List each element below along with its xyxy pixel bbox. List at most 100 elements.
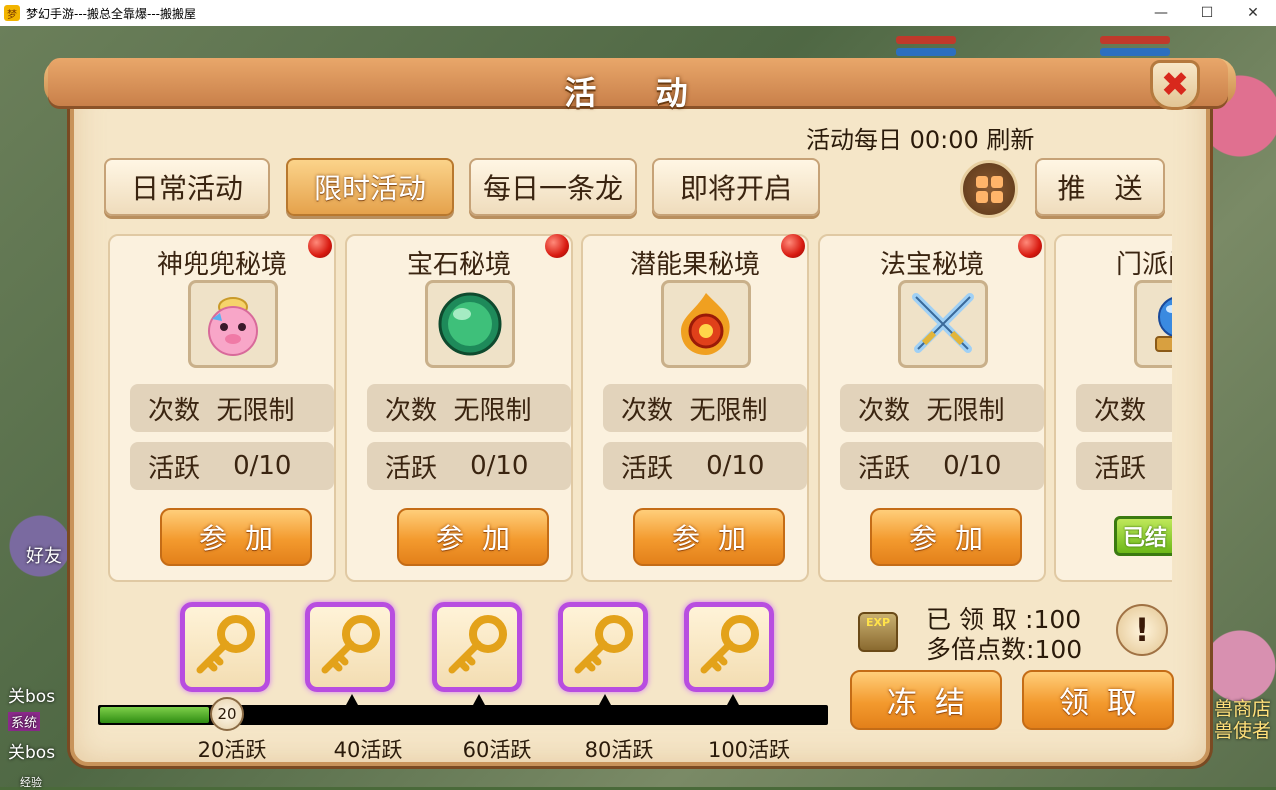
freeze-button[interactable]: 冻结 bbox=[850, 670, 1002, 730]
count-row: 次数 无限制 bbox=[603, 384, 807, 432]
activity-points-value: 0/10 bbox=[706, 451, 765, 481]
gold-key-icon bbox=[321, 615, 380, 674]
multiplier-label: 多倍点数 bbox=[926, 635, 1027, 664]
count-value: 无限制 bbox=[453, 395, 532, 426]
milestone-label: 20活跃 bbox=[197, 738, 267, 762]
notification-dot bbox=[1018, 234, 1042, 258]
info-icon[interactable]: ! bbox=[1116, 604, 1168, 656]
tab-daily[interactable]: 日常活动 bbox=[104, 158, 270, 216]
exp-label: 经验 bbox=[20, 776, 42, 789]
milestone-tick bbox=[346, 694, 358, 705]
activity-points-label: 活跃 bbox=[148, 453, 201, 484]
window-titlebar: 梦 梦幻手游---搬总全靠爆---搬搬屋 — ☐ ✕ bbox=[0, 0, 1276, 26]
system-tag: 系统 bbox=[8, 712, 41, 731]
join-button[interactable]: 参加 bbox=[870, 508, 1022, 566]
app-icon: 梦 bbox=[4, 5, 20, 21]
join-button[interactable]: 参加 bbox=[397, 508, 549, 566]
minimize-button[interactable]: — bbox=[1138, 0, 1184, 26]
activity-title: 门派闯关 bbox=[1115, 250, 1172, 280]
notification-dot bbox=[781, 234, 805, 258]
progress-value-knob: 20 bbox=[210, 697, 244, 731]
activity-card: 神兜兜秘境 次数 无限制 活跃 0/10 参加 bbox=[108, 234, 336, 582]
claim-button[interactable]: 领取 bbox=[1022, 670, 1174, 730]
milestone-label: 40活跃 bbox=[333, 738, 403, 762]
notification-dot bbox=[308, 234, 332, 258]
activity-title: 法宝秘境 bbox=[879, 250, 984, 280]
activity-points-label: 活跃 bbox=[621, 453, 674, 484]
count-label: 次数 bbox=[1094, 395, 1147, 426]
count-value: 无限制 bbox=[216, 395, 295, 426]
milestone-label: 60活跃 bbox=[462, 738, 532, 762]
milestone-tick bbox=[599, 694, 611, 705]
gold-key-icon bbox=[196, 615, 255, 674]
count-label: 次数 bbox=[621, 395, 674, 426]
chat-line-2: 关bos bbox=[8, 743, 56, 763]
activity-card: 门派闯关 次数 活跃 已结 bbox=[1054, 234, 1172, 582]
milestone-label: 100活跃 bbox=[707, 738, 791, 762]
count-label: 次数 bbox=[385, 395, 438, 426]
gold-key-icon bbox=[700, 615, 759, 674]
activity-points-row: 活跃 0/10 bbox=[367, 442, 571, 490]
crossed-swords-icon bbox=[898, 280, 988, 368]
activity-card-list[interactable]: 神兜兜秘境 次数 无限制 活跃 0/10 参加 宝石秘境 次数 无限制 活跃 0… bbox=[98, 234, 1172, 584]
reward-chest-40[interactable] bbox=[305, 602, 395, 692]
fire-orb-icon bbox=[661, 280, 751, 368]
activity-card: 宝石秘境 次数 无限制 活跃 0/10 参加 bbox=[345, 234, 573, 582]
reward-chest-80[interactable] bbox=[558, 602, 648, 692]
reward-chest-60[interactable] bbox=[432, 602, 522, 692]
hp-bar bbox=[896, 36, 956, 44]
tab-upcoming[interactable]: 即将开启 bbox=[652, 158, 820, 216]
green-orb-icon bbox=[425, 280, 515, 368]
friends-label[interactable]: 好友 bbox=[26, 542, 62, 568]
count-row: 次数 无限制 bbox=[840, 384, 1044, 432]
activity-points-value: 0/10 bbox=[943, 451, 1002, 481]
activity-progress-fill bbox=[100, 707, 209, 723]
milestone-label: 80活跃 bbox=[584, 738, 654, 762]
reward-chest-100[interactable] bbox=[684, 602, 774, 692]
activity-points-row: 活跃 0/10 bbox=[130, 442, 334, 490]
activity-points-row: 活跃 bbox=[1076, 442, 1172, 490]
join-button[interactable]: 参加 bbox=[160, 508, 312, 566]
activity-points-value: 0/10 bbox=[470, 451, 529, 481]
tab-limited[interactable]: 限时活动 bbox=[286, 158, 454, 216]
count-value: 无限制 bbox=[689, 395, 768, 426]
join-button[interactable]: 参加 bbox=[633, 508, 785, 566]
count-row: 次数 无限制 bbox=[367, 384, 571, 432]
crystal-ball-icon bbox=[1134, 280, 1172, 368]
push-button[interactable]: 推 送 bbox=[1035, 158, 1165, 216]
activity-card: 潜能果秘境 次数 无限制 活跃 0/10 参加 bbox=[581, 234, 809, 582]
tab-daily-dragon[interactable]: 每日一条龙 bbox=[469, 158, 637, 216]
pink-pig-icon bbox=[188, 280, 278, 368]
pet-envoy-label[interactable]: 兽使者 bbox=[1214, 716, 1271, 743]
grid-menu-button[interactable] bbox=[960, 160, 1018, 218]
milestone-tick bbox=[727, 694, 739, 705]
pet-mp-bar bbox=[1100, 48, 1170, 56]
activity-points-label: 活跃 bbox=[858, 453, 911, 484]
count-value: 无限制 bbox=[926, 395, 1005, 426]
completed-badge: 已结 bbox=[1114, 516, 1172, 556]
reward-chest-20[interactable] bbox=[180, 602, 270, 692]
close-button[interactable]: ✖ bbox=[1150, 60, 1200, 110]
activity-points-label: 活跃 bbox=[385, 453, 438, 484]
maximize-button[interactable]: ☐ bbox=[1184, 0, 1230, 26]
activity-points-row: 活跃 0/10 bbox=[603, 442, 807, 490]
multiplier-stat: 多倍点数:100 bbox=[926, 630, 1082, 666]
count-row: 次数 无限制 bbox=[130, 384, 334, 432]
panel-title: 活 动 bbox=[564, 74, 712, 112]
window-close-button[interactable]: ✕ bbox=[1230, 0, 1276, 26]
activity-title: 宝石秘境 bbox=[406, 250, 511, 280]
chat-line-1: 关bos bbox=[8, 687, 56, 707]
activity-points-value: 0/10 bbox=[233, 451, 292, 481]
activity-title: 神兜兜秘境 bbox=[156, 250, 287, 280]
activity-points-row: 活跃 0/10 bbox=[840, 442, 1044, 490]
count-label: 次数 bbox=[858, 395, 911, 426]
grid-icon bbox=[975, 175, 988, 188]
refresh-notice: 活动每日 00:00 刷新 bbox=[806, 126, 1035, 154]
notification-dot bbox=[545, 234, 569, 258]
activity-points-label: 活跃 bbox=[1094, 453, 1147, 484]
mp-bar bbox=[896, 48, 956, 56]
window-title: 梦幻手游---搬总全靠爆---搬搬屋 bbox=[26, 6, 196, 21]
multiplier-value: :100 bbox=[1026, 635, 1083, 664]
milestone-tick bbox=[473, 694, 485, 705]
gold-key-icon bbox=[574, 615, 633, 674]
